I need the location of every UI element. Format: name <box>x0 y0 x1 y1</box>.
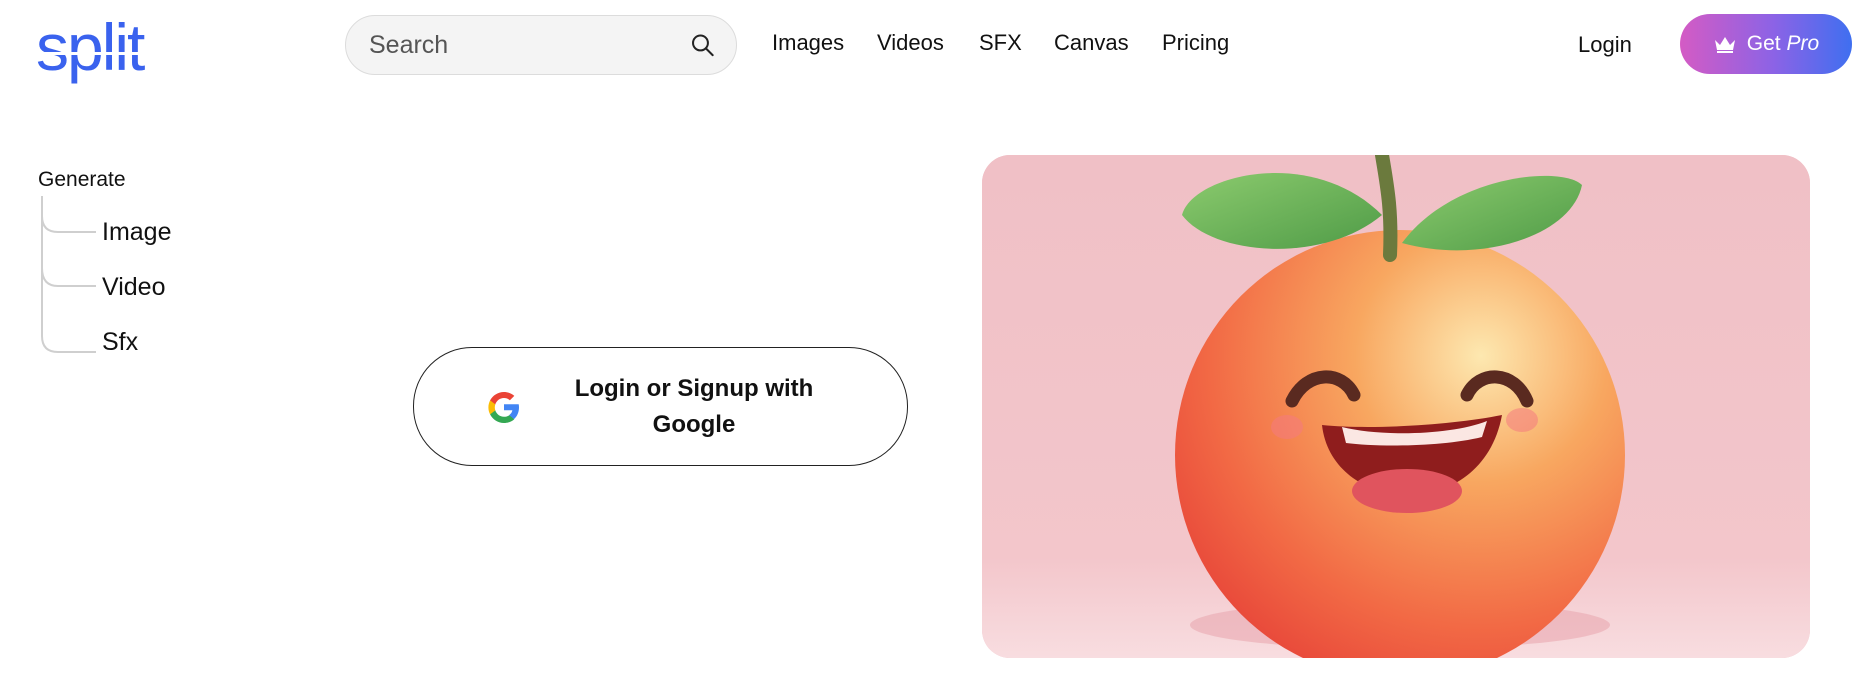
hero-image <box>982 155 1810 658</box>
nav-pricing[interactable]: Pricing <box>1162 30 1229 56</box>
google-login-button[interactable]: Login or Signup with Google <box>413 347 908 466</box>
crown-icon <box>1714 37 1735 53</box>
nav-sfx[interactable]: SFX <box>979 30 1022 56</box>
login-link[interactable]: Login <box>1578 32 1632 58</box>
nav-videos[interactable]: Videos <box>877 30 944 56</box>
sidebar-item-image[interactable]: Image <box>102 218 171 247</box>
get-pro-button[interactable]: Get Pro <box>1680 14 1852 74</box>
nav-canvas[interactable]: Canvas <box>1054 30 1129 56</box>
google-login-label: Login or Signup with Google <box>574 374 814 438</box>
logo-text: split <box>36 10 145 84</box>
sidebar-tree-lines <box>41 196 96 353</box>
sidebar-item-video[interactable]: Video <box>102 273 166 302</box>
get-pro-label: Get Pro <box>1746 32 1820 55</box>
sidebar-title: Generate <box>38 168 126 191</box>
search-icon[interactable] <box>691 28 714 62</box>
nav-images[interactable]: Images <box>772 30 844 56</box>
sidebar-item-sfx[interactable]: Sfx <box>102 328 138 357</box>
search-bar[interactable] <box>345 15 737 75</box>
split-logo[interactable]: split <box>36 6 176 106</box>
search-input[interactable] <box>369 30 691 60</box>
google-icon <box>488 392 519 423</box>
smiling-orange-icon <box>982 155 1810 658</box>
